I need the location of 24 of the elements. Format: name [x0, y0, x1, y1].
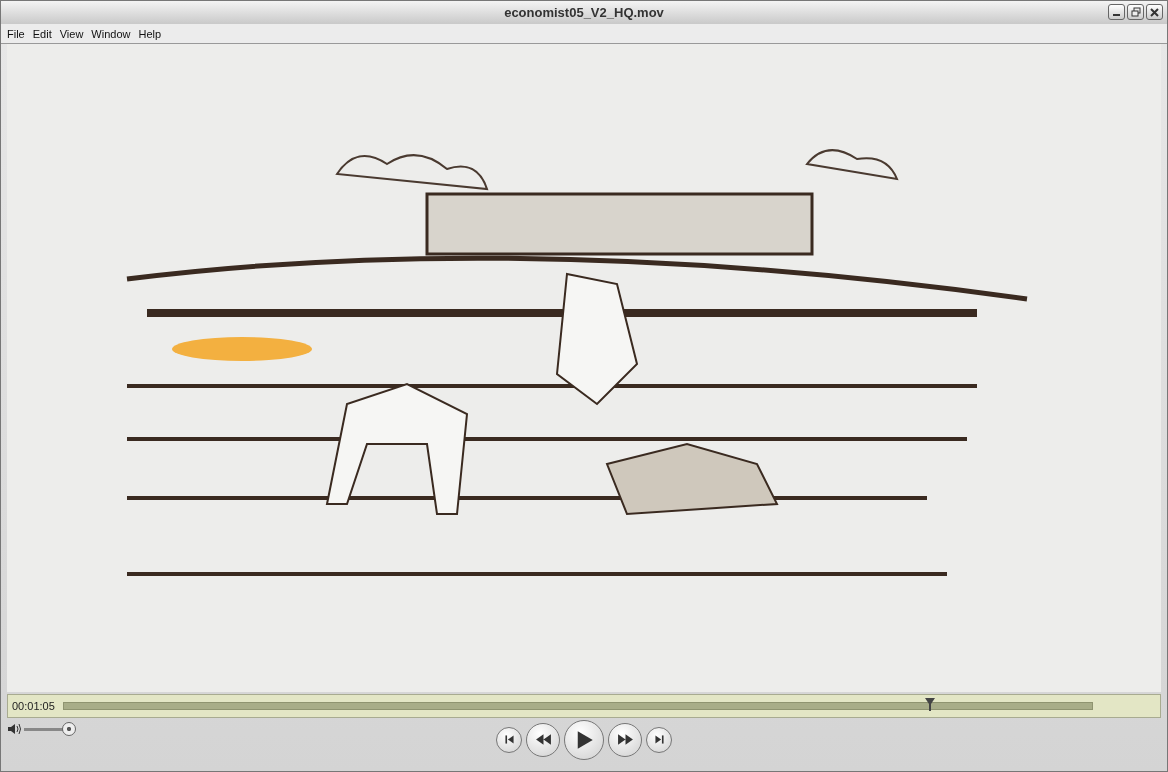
- window-title: economist05_V2_HQ.mov: [504, 3, 664, 22]
- rewind-icon: [534, 731, 552, 748]
- close-button[interactable]: [1146, 4, 1163, 20]
- close-icon: [1150, 7, 1159, 17]
- restore-icon: [1130, 7, 1141, 17]
- menu-item[interactable]: Help: [134, 24, 166, 43]
- rewind-button[interactable]: [526, 722, 560, 757]
- skip-forward-icon: [652, 733, 666, 746]
- menu-item[interactable]: File: [3, 24, 29, 43]
- volume-thumb[interactable]: [62, 722, 76, 736]
- skip-back-button[interactable]: [496, 726, 522, 753]
- minimize-icon: [1113, 14, 1120, 16]
- play-button[interactable]: [564, 719, 604, 760]
- skip-back-icon: [502, 733, 516, 746]
- restore-button[interactable]: [1127, 4, 1144, 20]
- minimize-button[interactable]: [1108, 4, 1125, 20]
- menu-item[interactable]: View: [55, 24, 88, 43]
- skip-forward-button[interactable]: [646, 726, 672, 753]
- playhead[interactable]: [924, 697, 937, 711]
- menu-item[interactable]: Edit: [28, 24, 56, 43]
- menu-item[interactable]: Window: [87, 24, 135, 43]
- fast-forward-button[interactable]: [608, 722, 642, 757]
- elapsed-time: 00:01:05: [12, 698, 55, 714]
- speaker-icon[interactable]: [7, 723, 21, 735]
